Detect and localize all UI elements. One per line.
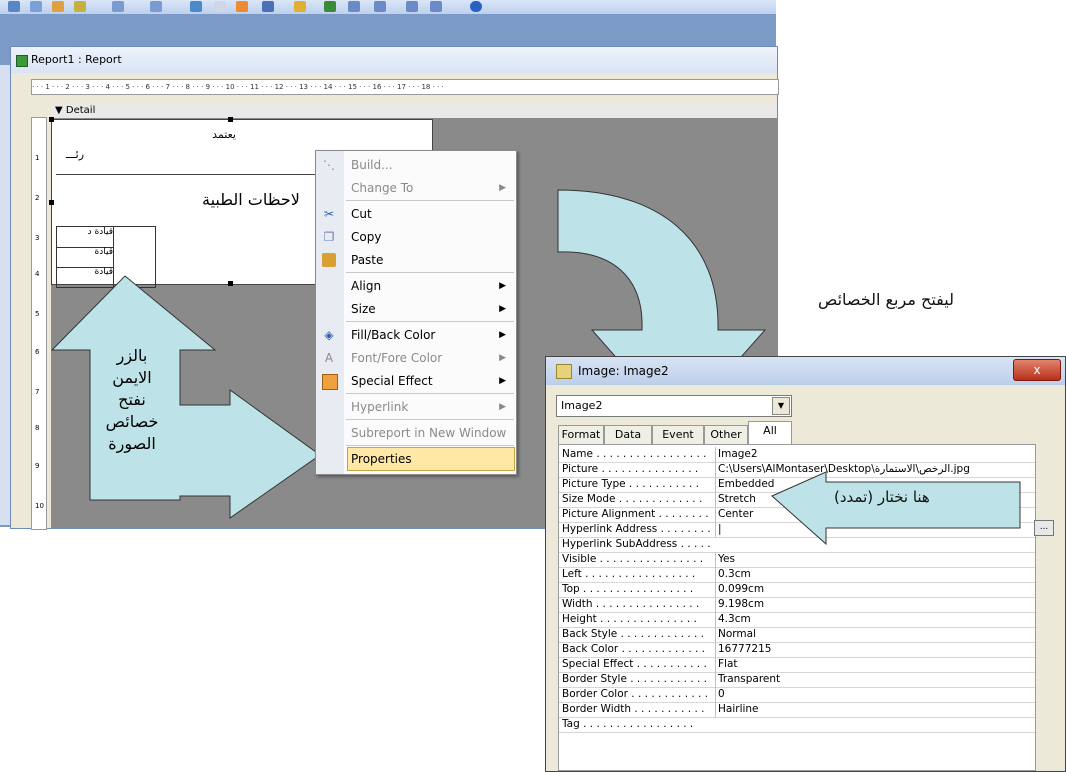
toolbar-icon[interactable] <box>348 1 360 12</box>
tab-all[interactable]: All <box>748 421 792 444</box>
report-text: رئـــ <box>66 148 85 161</box>
vruler-mark: 3 <box>35 234 40 242</box>
chevron-down-icon[interactable]: ▼ <box>772 397 790 415</box>
toolbar-icon[interactable] <box>150 1 162 12</box>
submenu-arrow-icon: ▶ <box>499 304 506 314</box>
help-icon[interactable] <box>470 1 482 12</box>
submenu-arrow-icon: ▶ <box>499 402 506 412</box>
vruler-mark: 2 <box>35 194 40 202</box>
menu-item-hyperlink[interactable]: Hyperlink ▶ <box>316 396 516 418</box>
toolbar-icon[interactable] <box>30 1 42 12</box>
vruler-mark: 7 <box>35 388 40 396</box>
property-row[interactable]: Back Color . . . . . . . . . . . . . 1677… <box>559 642 1035 658</box>
property-row[interactable]: Left . . . . . . . . . . . . . . . . . 0.… <box>559 567 1035 583</box>
vruler-mark: 8 <box>35 424 40 432</box>
toolbar-icon[interactable] <box>52 1 64 12</box>
vruler-mark: 6 <box>35 348 40 356</box>
table-cell: قيادة د <box>57 227 114 248</box>
report-title: Report1 : Report <box>31 53 122 66</box>
property-row[interactable]: Border Color . . . . . . . . . . . .0 <box>559 687 1035 703</box>
property-row[interactable]: Tag . . . . . . . . . . . . . . . . . <box>559 717 1035 733</box>
annotation-choose-stretch: هنا نختار (تمدد) <box>834 488 930 506</box>
property-sheet-title-bar[interactable]: Image: Image2 <box>546 357 1065 385</box>
toolbar-icon[interactable] <box>262 1 274 12</box>
menu-item-font-fore-color[interactable]: A Font/Fore Color ▶ <box>316 347 516 369</box>
property-row[interactable]: Border Style . . . . . . . . . . . . Tran… <box>559 672 1035 688</box>
property-row[interactable]: Back Style . . . . . . . . . . . . . Norm… <box>559 627 1035 643</box>
submenu-arrow-icon: ▶ <box>499 376 506 386</box>
property-sheet-icon <box>556 364 572 379</box>
submenu-arrow-icon: ▶ <box>499 353 506 363</box>
menu-item-cut[interactable]: ✂ Cut <box>316 203 516 225</box>
vruler-mark: 1 <box>35 154 40 162</box>
submenu-arrow-icon: ▶ <box>499 330 506 340</box>
menu-item-align[interactable]: Align ▶ <box>316 275 516 297</box>
fill-color-icon: ◈ <box>324 328 334 342</box>
detail-section-header[interactable]: ▼ Detail <box>51 104 777 119</box>
toolbar-icon[interactable] <box>236 1 248 12</box>
access-toolbar <box>0 0 776 15</box>
table-cell: قيادة <box>57 247 114 268</box>
font-color-icon: A <box>324 351 334 365</box>
tab-data[interactable]: Data <box>604 425 652 444</box>
menu-item-subreport-new-window[interactable]: Subreport in New Window <box>316 422 516 444</box>
toolbar-icon[interactable] <box>190 1 202 12</box>
annotation-arrow-text: بالزر الايمن نفتح خصائص الصورة <box>105 346 159 453</box>
close-button[interactable]: x <box>1013 359 1061 381</box>
special-effect-icon <box>322 374 338 390</box>
property-row[interactable]: Visible . . . . . . . . . . . . . . . .Y… <box>559 552 1035 568</box>
report-heading: لاحظات الطبية <box>202 190 300 209</box>
build-ellipsis-button[interactable]: ... <box>1034 520 1054 536</box>
menu-item-copy[interactable]: ❐ Copy <box>316 226 516 248</box>
property-row[interactable]: Top . . . . . . . . . . . . . . . . . 0.0… <box>559 582 1035 598</box>
menu-item-size[interactable]: Size ▶ <box>316 298 516 320</box>
menu-item-build[interactable]: ⋱ Build... <box>316 154 516 176</box>
property-row[interactable]: Width . . . . . . . . . . . . . . . . 9.1… <box>559 597 1035 613</box>
detail-expand-icon: ▼ <box>55 105 63 116</box>
menu-item-paste[interactable]: Paste <box>316 249 516 271</box>
report-text: يعتمد <box>212 128 236 141</box>
property-sheet-window: Image: Image2 x Image2 ▼ Format Data Eve… <box>545 356 1066 772</box>
toolbar-icon[interactable] <box>112 1 124 12</box>
annotation-open-properties: ليفتح مربع الخصائص <box>818 290 954 309</box>
property-row[interactable]: Special Effect . . . . . . . . . . . Flat <box>559 657 1035 673</box>
property-row[interactable]: Height . . . . . . . . . . . . . . . 4.3c… <box>559 612 1035 628</box>
property-row[interactable]: Border Width . . . . . . . . . . . Hairli… <box>559 702 1035 718</box>
toolbar-icon[interactable] <box>430 1 442 12</box>
detail-section-label: Detail <box>65 105 96 116</box>
menu-item-properties[interactable]: Properties <box>316 448 516 470</box>
property-sheet-title: Image: Image2 <box>578 364 669 378</box>
property-row[interactable]: Name . . . . . . . . . . . . . . . . . Im… <box>559 447 1035 463</box>
control-selector[interactable]: Image2 ▼ <box>556 395 792 417</box>
horizontal-ruler[interactable]: · · · 1 · · · 2 · · · 3 · · · 4 · · · 5 … <box>31 79 779 95</box>
report-icon <box>16 55 28 67</box>
vruler-mark: 9 <box>35 462 40 470</box>
toolbar-icon[interactable] <box>8 1 20 12</box>
toolbar-icon[interactable] <box>406 1 418 12</box>
toolbar-icon[interactable] <box>214 1 226 12</box>
vruler-mark: 5 <box>35 310 40 318</box>
toolbar-icon[interactable] <box>74 1 86 12</box>
scissors-icon: ✂ <box>323 207 335 221</box>
vruler-mark: 4 <box>35 270 40 278</box>
toolbar-icon[interactable] <box>294 1 306 12</box>
tab-event[interactable]: Event <box>652 425 704 444</box>
submenu-arrow-icon: ▶ <box>499 183 506 193</box>
tab-format[interactable]: Format <box>558 425 604 444</box>
toolbar-icon[interactable] <box>374 1 386 12</box>
paste-icon <box>322 253 336 267</box>
toolbar-icon[interactable] <box>324 1 336 12</box>
annotation-arrow-size-mode <box>771 471 1021 546</box>
menu-item-change-to[interactable]: Change To ▶ <box>316 177 516 199</box>
menu-item-special-effect[interactable]: Special Effect ▶ <box>316 370 516 392</box>
tab-other[interactable]: Other <box>704 425 748 444</box>
copy-icon: ❐ <box>323 230 335 244</box>
menu-item-fill-back-color[interactable]: ◈ Fill/Back Color ▶ <box>316 324 516 346</box>
context-menu: ⋱ Build... Change To ▶ ✂ Cut ❐ Copy Past… <box>315 150 517 475</box>
report-title-bar[interactable]: Report1 : Report <box>11 47 777 73</box>
submenu-arrow-icon: ▶ <box>499 281 506 291</box>
build-icon: ⋱ <box>323 158 335 172</box>
